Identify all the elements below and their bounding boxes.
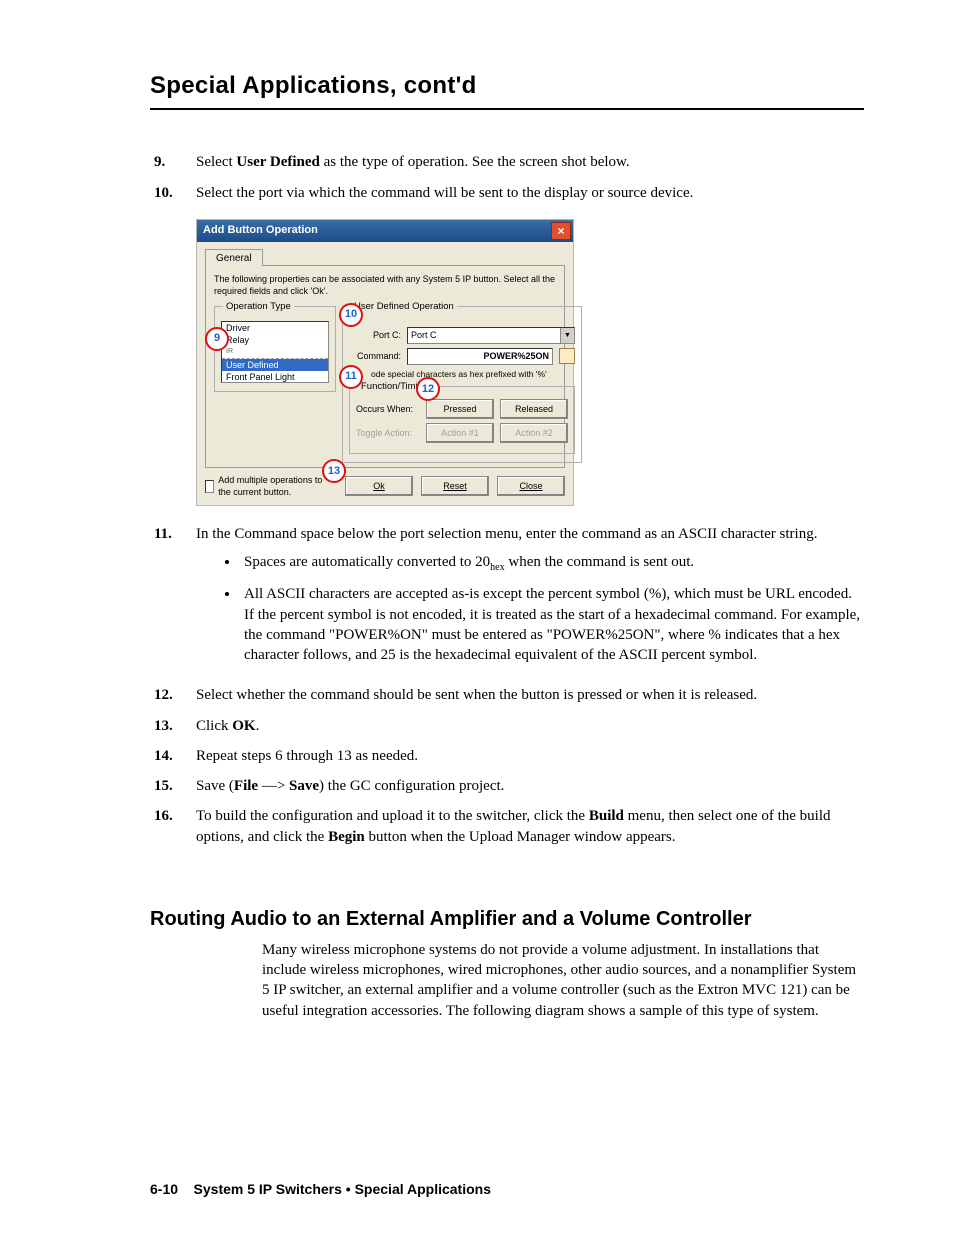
text-run-bold: User Defined: [236, 154, 319, 170]
text-run: ) the GC configuration project.: [319, 778, 504, 794]
dialog-screenshot: Add Button Operation × General The follo…: [196, 219, 574, 506]
close-icon[interactable]: ×: [551, 222, 571, 240]
operation-type-fieldset: Operation Type Driver Relay IR User Defi…: [214, 306, 336, 392]
footer-label: System 5 IP Switchers • Special Applicat…: [194, 1181, 491, 1197]
port-combo[interactable]: Port C ▼: [407, 327, 575, 344]
text-run-bold: OK: [232, 718, 255, 734]
dialog-intro: The following properties can be associat…: [214, 274, 556, 297]
bullet: Spaces are automatically converted to 20…: [240, 552, 864, 575]
pressed-button[interactable]: Pressed: [426, 399, 494, 419]
list-item[interactable]: Driver: [222, 322, 328, 334]
step-number: 14.: [150, 746, 196, 766]
ok-button[interactable]: Ok 13: [345, 476, 413, 496]
command-input[interactable]: POWER%25ON: [407, 348, 553, 365]
step-number: 11.: [150, 524, 196, 676]
step-number: 16.: [150, 806, 196, 847]
callout-13: 13: [322, 459, 346, 483]
tab-general[interactable]: General: [205, 249, 263, 267]
callout-11: 11: [339, 365, 363, 389]
text-run-bold: Build: [589, 808, 624, 824]
step-body: Repeat steps 6 through 13 as needed.: [196, 746, 864, 766]
reset-label: Reset: [443, 480, 467, 492]
steps-9-10: 9. Select User Defined as the type of op…: [150, 152, 864, 203]
chevron-down-icon[interactable]: ▼: [560, 328, 574, 343]
callout-9: 9: [205, 327, 229, 351]
text-run: To build the configuration and upload it…: [196, 808, 589, 824]
add-multiple-label: Add multiple operations to the current b…: [218, 474, 337, 498]
step-number: 10.: [150, 183, 196, 203]
callout-12: 12: [416, 377, 440, 401]
text-run-bold: File: [234, 778, 258, 794]
dialog-title: Add Button Operation: [203, 223, 318, 238]
section-paragraph: Many wireless microphone systems do not …: [262, 940, 864, 1021]
step-body: Click OK.: [196, 716, 864, 736]
text-run: button when the Upload Manager window ap…: [365, 829, 676, 845]
step-body: Save (File —> Save) the GC configuration…: [196, 776, 864, 796]
step-body: Select whether the command should be sen…: [196, 685, 864, 705]
action1-button: Action #1: [426, 423, 494, 443]
ok-label: Ok: [373, 480, 385, 492]
section-heading: Routing Audio to an External Amplifier a…: [150, 907, 864, 932]
step-body: In the Command space below the port sele…: [196, 526, 817, 542]
text-run-bold: Save: [289, 778, 319, 794]
list-item[interactable]: IR: [222, 346, 328, 359]
port-value: Port C: [411, 329, 437, 341]
dialog-titlebar: Add Button Operation ×: [197, 220, 573, 242]
page-title: Special Applications, cont'd: [150, 70, 864, 102]
callout-10: 10: [339, 303, 363, 327]
text-run: as the type of operation. See the screen…: [320, 154, 630, 170]
dialog-body: General The following properties can be …: [197, 242, 573, 505]
list-item[interactable]: Relay: [222, 334, 328, 346]
user-defined-legend: User Defined Operation: [351, 301, 457, 314]
step-body: Select the port via which the command wi…: [196, 183, 864, 203]
page-number: 6-10: [150, 1181, 178, 1197]
text-run: Save (: [196, 778, 234, 794]
command-hint: ode special characters as hex prefixed w…: [371, 369, 575, 380]
checkbox-icon[interactable]: [205, 480, 214, 493]
function-timing-fieldset: Function/Timing Occurs When: Pressed Rel…: [349, 386, 575, 454]
step-number: 13.: [150, 716, 196, 736]
keyboard-icon[interactable]: [559, 348, 575, 364]
reset-button[interactable]: Reset: [421, 476, 489, 496]
text-run: Select: [196, 154, 236, 170]
port-label: Port C:: [349, 329, 401, 341]
sub-bullets: Spaces are automatically converted to 20…: [196, 552, 864, 666]
text-run-bold: Begin: [328, 829, 365, 845]
text-run: .: [256, 718, 260, 734]
toggle-action-label: Toggle Action:: [356, 427, 420, 439]
add-multiple-checkbox[interactable]: Add multiple operations to the current b…: [205, 474, 337, 498]
user-defined-fieldset: User Defined Operation Port C: Port C ▼ …: [342, 306, 582, 463]
operation-type-legend: Operation Type: [223, 301, 294, 314]
step-body: Select User Defined as the type of opera…: [196, 152, 864, 172]
text-run: —>: [258, 778, 289, 794]
released-button[interactable]: Released: [500, 399, 568, 419]
occurs-when-label: Occurs When:: [356, 403, 420, 415]
step-body: To build the configuration and upload it…: [196, 806, 864, 847]
bullet: All ASCII characters are accepted as-is …: [240, 584, 864, 665]
operation-type-listbox[interactable]: Driver Relay IR User Defined Front Panel…: [221, 321, 329, 383]
title-rule: [150, 108, 864, 110]
close-label: Close: [519, 480, 542, 492]
step-number: 9.: [150, 152, 196, 172]
action2-button: Action #2: [500, 423, 568, 443]
list-item[interactable]: Front Panel Light Control: [222, 371, 328, 383]
text-run: Click: [196, 718, 232, 734]
command-label: Command:: [349, 350, 401, 362]
page-footer: 6-10 System 5 IP Switchers • Special App…: [150, 1180, 491, 1201]
steps-11-16: 11. In the Command space below the port …: [150, 524, 864, 847]
step-number: 12.: [150, 685, 196, 705]
close-button[interactable]: Close: [497, 476, 565, 496]
step-number: 15.: [150, 776, 196, 796]
list-item-selected[interactable]: User Defined: [222, 359, 328, 371]
